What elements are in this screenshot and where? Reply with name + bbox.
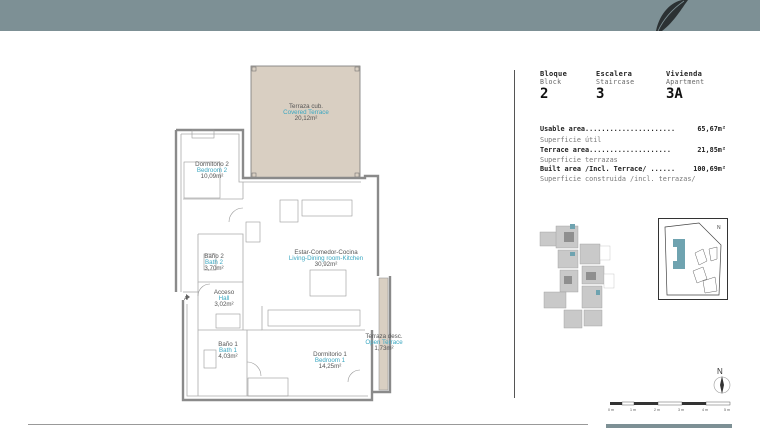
usable-area-row: Usable area...................... 65,67m²	[540, 125, 726, 133]
svg-text:3,70m²: 3,70m²	[204, 265, 223, 272]
block-key-map: N	[658, 218, 728, 300]
svg-text:0 m: 0 m	[608, 408, 614, 412]
svg-text:30,92m²: 30,92m²	[315, 261, 338, 268]
svg-text:20,12m²: 20,12m²	[295, 115, 318, 122]
room-label-bedroom-1: Dormitorio 1 Bedroom 1 14,25m²	[313, 351, 347, 370]
staircase-info: Escalera Staircase 3	[596, 70, 635, 102]
leaf-logo-icon	[656, 0, 688, 31]
svg-text:4 m: 4 m	[702, 408, 708, 412]
svg-text:2 m: 2 m	[654, 408, 660, 412]
svg-text:A: A	[184, 296, 188, 302]
built-area-sub: Superficie construida /incl. terrazas/	[540, 175, 696, 183]
svg-text:N: N	[717, 367, 723, 376]
svg-text:14,25m²: 14,25m²	[319, 363, 342, 370]
svg-text:4,03m²: 4,03m²	[218, 353, 237, 360]
svg-text:1 m: 1 m	[630, 408, 636, 412]
north-arrow-icon: N	[713, 367, 731, 394]
usable-area-sub: Superficie útil	[540, 136, 602, 144]
terrace-area-sub: Superficie terrazas	[540, 156, 618, 164]
apartment-info: Vivienda Apartment 3A	[666, 70, 705, 102]
room-label-bath-1: Baño 1 Bath 1 4,03m²	[218, 341, 238, 360]
room-label-hall: Acceso Hall 3,02m²	[214, 289, 235, 308]
room-label-living-dining-kitchen: Estar-Comedor-Cocina Living-Dining room-…	[289, 249, 364, 268]
built-area-row: Built area /Incl. Terrace/ ...... 100,69m…	[540, 165, 726, 173]
svg-text:3,02m²: 3,02m²	[214, 301, 233, 308]
svg-text:10,09m²: 10,09m²	[201, 173, 224, 180]
svg-text:5 m: 5 m	[724, 408, 730, 412]
room-label-bath-2: Baño 2 Bath 2 3,70m²	[204, 253, 224, 272]
room-label-bedroom-2: Dormitorio 2 Bedroom 2 10,09m²	[195, 161, 229, 180]
svg-text:3 m: 3 m	[678, 408, 684, 412]
footer-line	[28, 424, 588, 425]
floor-plan: A Terraza cub. Covered Terrace 20,12m² D…	[174, 65, 403, 402]
svg-text:N: N	[717, 225, 721, 231]
scale-bar: 0 m 1 m 2 m 3 m 4 m 5 m	[608, 401, 731, 412]
block-info: Bloque Block 2	[540, 70, 568, 102]
footer-bar	[606, 424, 732, 428]
svg-text:1,73m²: 1,73m²	[374, 345, 393, 352]
info-divider	[514, 70, 515, 398]
building-location-map	[539, 224, 615, 329]
terrace-area-row: Terrace area.................... 21,85m²	[540, 146, 726, 154]
